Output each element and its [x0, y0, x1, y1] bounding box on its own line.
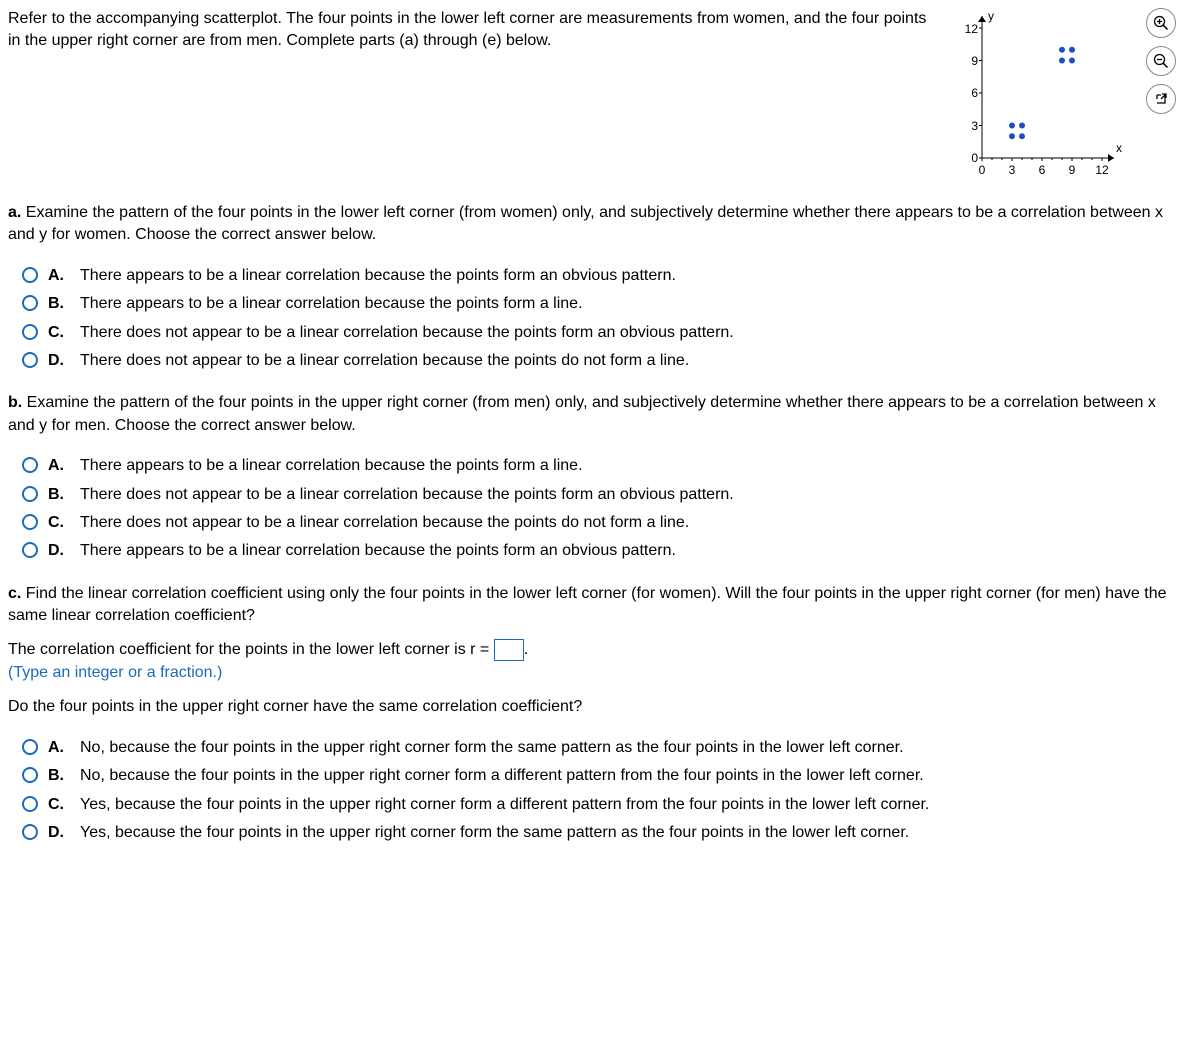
opt-letter: A.	[48, 265, 66, 287]
radio-a-C[interactable]	[22, 324, 38, 340]
opt-letter: B.	[48, 765, 66, 787]
x-axis-label: x	[1116, 141, 1122, 155]
sub-question: Do the four points in the upper right co…	[8, 696, 1176, 718]
opt-text: There appears to be a linear correlation…	[80, 293, 583, 315]
opt-text: No, because the four points in the upper…	[80, 737, 904, 759]
scatterplot: y x 0 3 6 9 12 0 3 6 9	[954, 8, 1134, 178]
svg-text:6: 6	[1039, 163, 1046, 177]
opt-text: Yes, because the four points in the uppe…	[80, 794, 929, 816]
option-a-B[interactable]: B. There appears to be a linear correlat…	[22, 293, 1176, 315]
opt-letter: A.	[48, 455, 66, 477]
option-c-A[interactable]: A. No, because the four points in the up…	[22, 737, 1176, 759]
radio-a-B[interactable]	[22, 295, 38, 311]
svg-text:3: 3	[971, 119, 978, 133]
radio-c-B[interactable]	[22, 767, 38, 783]
svg-text:0: 0	[979, 163, 986, 177]
opt-letter: A.	[48, 737, 66, 759]
svg-text:9: 9	[971, 54, 978, 68]
opt-text: There does not appear to be a linear cor…	[80, 350, 689, 372]
zoom-out-icon[interactable]	[1146, 46, 1176, 76]
question-c: c. Find the linear correlation coefficie…	[8, 583, 1176, 845]
y-axis-label: y	[988, 9, 994, 23]
option-c-C[interactable]: C. Yes, because the four points in the u…	[22, 794, 1176, 816]
fill-post: .	[524, 642, 528, 659]
opt-text: Yes, because the four points in the uppe…	[80, 822, 909, 844]
fill-pre: The correlation coefficient for the poin…	[8, 642, 494, 659]
svg-text:12: 12	[1095, 163, 1109, 177]
option-b-B[interactable]: B. There does not appear to be a linear …	[22, 484, 1176, 506]
part-c-label: c.	[8, 585, 21, 602]
opt-letter: B.	[48, 293, 66, 315]
option-a-D[interactable]: D. There does not appear to be a linear …	[22, 350, 1176, 372]
opt-letter: B.	[48, 484, 66, 506]
option-a-C[interactable]: C. There does not appear to be a linear …	[22, 322, 1176, 344]
option-c-B[interactable]: B. No, because the four points in the up…	[22, 765, 1176, 787]
popout-icon[interactable]	[1146, 84, 1176, 114]
opt-letter: C.	[48, 512, 66, 534]
zoom-in-icon[interactable]	[1146, 8, 1176, 38]
opt-text: There does not appear to be a linear cor…	[80, 512, 689, 534]
opt-letter: C.	[48, 794, 66, 816]
opt-letter: D.	[48, 350, 66, 372]
radio-b-D[interactable]	[22, 542, 38, 558]
radio-a-A[interactable]	[22, 267, 38, 283]
option-b-D[interactable]: D. There appears to be a linear correlat…	[22, 540, 1176, 562]
svg-text:6: 6	[971, 86, 978, 100]
opt-letter: D.	[48, 822, 66, 844]
opt-letter: D.	[48, 540, 66, 562]
radio-a-D[interactable]	[22, 352, 38, 368]
option-b-A[interactable]: A. There appears to be a linear correlat…	[22, 455, 1176, 477]
part-a-text: Examine the pattern of the four points i…	[8, 204, 1163, 243]
part-a-label: a.	[8, 204, 21, 221]
opt-letter: C.	[48, 322, 66, 344]
svg-text:0: 0	[971, 151, 978, 165]
radio-c-A[interactable]	[22, 739, 38, 755]
opt-text: There does not appear to be a linear cor…	[80, 484, 734, 506]
opt-text: There appears to be a linear correlation…	[80, 540, 676, 562]
question-b: b. Examine the pattern of the four point…	[8, 392, 1176, 562]
svg-text:3: 3	[1009, 163, 1016, 177]
radio-b-B[interactable]	[22, 486, 38, 502]
radio-c-D[interactable]	[22, 824, 38, 840]
fill-line: The correlation coefficient for the poin…	[8, 639, 1176, 662]
option-a-A[interactable]: A. There appears to be a linear correlat…	[22, 265, 1176, 287]
opt-text: No, because the four points in the upper…	[80, 765, 924, 787]
opt-text: There appears to be a linear correlation…	[80, 265, 676, 287]
option-c-D[interactable]: D. Yes, because the four points in the u…	[22, 822, 1176, 844]
r-input[interactable]	[494, 639, 524, 661]
svg-text:12: 12	[965, 22, 979, 36]
question-a: a. Examine the pattern of the four point…	[8, 202, 1176, 372]
intro-text: Refer to the accompanying scatterplot. T…	[8, 8, 942, 53]
radio-c-C[interactable]	[22, 796, 38, 812]
option-b-C[interactable]: C. There does not appear to be a linear …	[22, 512, 1176, 534]
opt-text: There appears to be a linear correlation…	[80, 455, 583, 477]
opt-text: There does not appear to be a linear cor…	[80, 322, 734, 344]
part-c-text: Find the linear correlation coefficient …	[8, 585, 1167, 624]
radio-b-C[interactable]	[22, 514, 38, 530]
scatter-points	[1009, 47, 1075, 140]
input-hint: (Type an integer or a fraction.)	[8, 662, 1176, 684]
radio-b-A[interactable]	[22, 457, 38, 473]
part-b-text: Examine the pattern of the four points i…	[8, 394, 1156, 433]
svg-text:9: 9	[1069, 163, 1076, 177]
part-b-label: b.	[8, 394, 22, 411]
